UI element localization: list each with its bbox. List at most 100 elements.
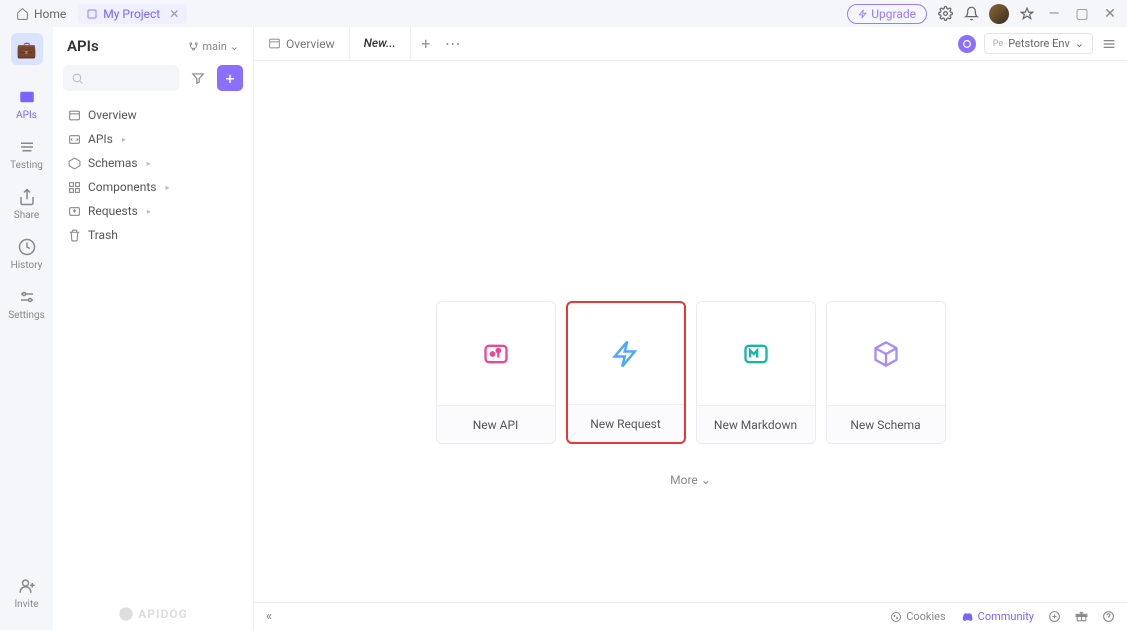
minimize-button[interactable]: —: [1045, 6, 1063, 22]
invite-icon: [17, 576, 37, 596]
rail-item-settings[interactable]: Settings: [0, 279, 53, 329]
help-icon: [1102, 610, 1115, 623]
tree-item-requests[interactable]: Requests ▸: [61, 199, 245, 223]
chevron-right-icon: ▸: [147, 159, 151, 168]
api-icon: [437, 302, 555, 405]
close-button[interactable]: ✕: [1101, 6, 1119, 22]
tree-item-overview[interactable]: Overview: [61, 103, 245, 127]
card-new-api[interactable]: New API: [436, 301, 556, 444]
tab-more-button[interactable]: ⋯: [441, 27, 465, 60]
tab-label: Overview: [286, 37, 335, 51]
history-icon: [17, 237, 37, 257]
testing-icon: [17, 137, 37, 157]
cookies-label: Cookies: [906, 610, 945, 623]
card-new-request[interactable]: New Request: [566, 301, 686, 444]
rail-item-invite[interactable]: Invite: [0, 568, 53, 618]
rail-label: APIs: [16, 110, 37, 121]
share-icon: [17, 187, 37, 207]
tree-item-trash[interactable]: Trash: [61, 223, 245, 247]
card-label: New Markdown: [697, 405, 815, 443]
community-button[interactable]: Community: [960, 610, 1034, 623]
tree-label: Trash: [88, 228, 118, 242]
rail-item-testing[interactable]: Testing: [0, 129, 53, 179]
hamburger-button[interactable]: [1101, 36, 1117, 52]
rail-item-share[interactable]: Share: [0, 179, 53, 229]
tree-item-apis[interactable]: APIs ▸: [61, 127, 245, 151]
rail-item-apis[interactable]: APIs: [0, 79, 53, 129]
tree-item-schemas[interactable]: Schemas ▸: [61, 151, 245, 175]
env-label: Petstore Env: [1008, 37, 1070, 50]
user-badge[interactable]: [958, 35, 976, 53]
settings-nav-icon: [17, 287, 37, 307]
apis-tree-icon: [67, 132, 81, 146]
chevron-right-icon: ▸: [166, 183, 170, 192]
rail-label: Invite: [14, 599, 38, 610]
content: Overview New... + ⋯ Pe Petstore Env ⌄: [254, 27, 1127, 630]
tab-overview[interactable]: Overview: [254, 27, 350, 60]
markdown-icon: [697, 302, 815, 405]
status-plus-button[interactable]: [1048, 610, 1061, 623]
settings-icon[interactable]: [937, 6, 953, 22]
status-gift-button[interactable]: [1075, 610, 1088, 623]
pin-icon[interactable]: [1019, 6, 1035, 22]
overview-tab-icon: [268, 37, 281, 50]
lightning-icon: [858, 9, 868, 19]
collapse-button[interactable]: «: [266, 609, 272, 624]
project-tab[interactable]: My Project ✕: [78, 4, 187, 24]
tree-label: Overview: [88, 108, 137, 122]
status-help-button[interactable]: [1102, 610, 1115, 623]
tree-label: APIs: [88, 132, 113, 146]
tree-label: Schemas: [88, 156, 138, 170]
rail-label: Share: [14, 210, 39, 221]
left-rail: 💼 APIs Testing Share History: [0, 27, 53, 630]
branch-selector[interactable]: main ⌄: [188, 40, 239, 53]
project-briefcase-icon[interactable]: 💼: [11, 33, 43, 65]
trash-icon: [67, 228, 81, 242]
cookie-icon: [890, 611, 902, 623]
chevron-right-icon: ▸: [147, 207, 151, 216]
titlebar: Home My Project ✕ Upgrade — ▢ ✕: [0, 0, 1127, 27]
tree-label: Requests: [88, 204, 138, 218]
project-icon: [86, 8, 98, 20]
request-icon: [568, 303, 684, 404]
upgrade-label: Upgrade: [871, 7, 916, 21]
chevron-down-icon: ⌄: [230, 40, 239, 53]
requests-icon: [67, 204, 81, 218]
add-tab-button[interactable]: +: [411, 27, 441, 60]
tabs-row: Overview New... + ⋯ Pe Petstore Env ⌄: [254, 27, 1127, 61]
more-link[interactable]: More ⌄: [670, 473, 711, 487]
env-selector[interactable]: Pe Petstore Env ⌄: [984, 33, 1093, 54]
rail-label: Testing: [10, 160, 43, 171]
chevron-down-icon: ⌄: [701, 473, 711, 487]
bell-icon[interactable]: [963, 6, 979, 22]
components-icon: [67, 180, 81, 194]
card-new-markdown[interactable]: New Markdown: [696, 301, 816, 444]
home-label: Home: [34, 7, 66, 21]
plus-circle-icon: [1048, 610, 1061, 623]
tab-new[interactable]: New...: [350, 27, 411, 60]
sidebar-title: APIs: [67, 37, 99, 55]
brand-text: APIDOG: [138, 607, 188, 621]
card-label: New Request: [568, 404, 684, 442]
tree-item-components[interactable]: Components ▸: [61, 175, 245, 199]
cookies-button[interactable]: Cookies: [890, 610, 945, 623]
rail-item-history[interactable]: History: [0, 229, 53, 279]
home-tab[interactable]: Home: [8, 4, 74, 24]
home-icon: [16, 7, 29, 20]
sidebar: APIs main ⌄ + Overview APIs: [53, 27, 254, 630]
maximize-button[interactable]: ▢: [1073, 6, 1091, 22]
avatar[interactable]: [989, 4, 1009, 24]
add-button[interactable]: +: [217, 65, 243, 91]
card-label: New API: [437, 405, 555, 443]
tab-label: New...: [364, 36, 396, 50]
tree: Overview APIs ▸ Schemas ▸ Components ▸ R…: [53, 99, 253, 251]
upgrade-button[interactable]: Upgrade: [847, 4, 927, 24]
tree-label: Components: [88, 180, 157, 194]
search-input[interactable]: [63, 65, 179, 91]
search-icon: [71, 72, 84, 85]
rail-label: Settings: [8, 310, 45, 321]
overview-icon: [67, 108, 81, 122]
close-icon[interactable]: ✕: [169, 7, 179, 21]
filter-button[interactable]: [185, 65, 211, 91]
card-new-schema[interactable]: New Schema: [826, 301, 946, 444]
